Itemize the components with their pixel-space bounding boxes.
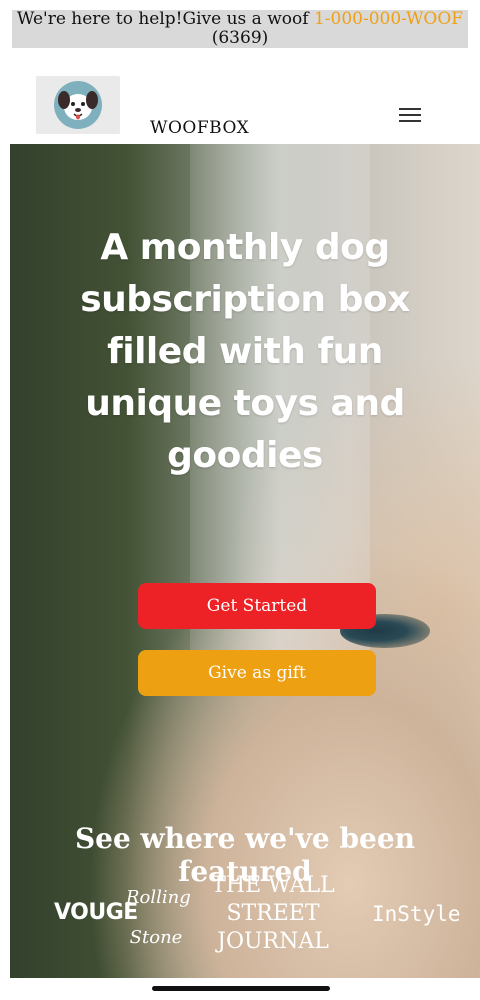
home-indicator[interactable] (152, 986, 330, 991)
wsj-line: STREET (226, 901, 320, 926)
wsj-line: THE WALL (211, 873, 335, 898)
instyle-logo: InStyle (372, 902, 461, 926)
get-started-button[interactable]: Get Started (138, 583, 376, 629)
wall-street-journal-logo: THE WALL STREET JOURNAL (208, 872, 338, 956)
give-as-gift-button[interactable]: Give as gift (138, 650, 376, 696)
featured-logos: VOUGE Rolling Stone THE WALL STREET JOUR… (10, 866, 480, 976)
rolling-stone-line: Stone (129, 927, 183, 948)
phone-link[interactable]: 1-000-000-WOOF (314, 9, 463, 29)
menu-bar (399, 108, 421, 110)
menu-bar (399, 120, 421, 122)
rolling-stone-line: Rolling (126, 887, 191, 908)
wsj-line: JOURNAL (217, 929, 329, 954)
hamburger-menu-icon[interactable] (396, 104, 424, 126)
logo[interactable] (36, 76, 120, 134)
phone-digits: (6369) (211, 28, 269, 48)
menu-bar (399, 114, 421, 116)
hero-section: A monthly dog subscription box filled wi… (10, 144, 480, 978)
brand-name[interactable]: WOOFBOX (150, 118, 249, 138)
contact-banner: We're here to help!Give us a woof 1-000-… (12, 10, 468, 48)
dog-face-logo-icon (54, 81, 102, 129)
help-text: We're here to help!Give us a woof (16, 9, 314, 29)
site-header: WOOFBOX (0, 60, 480, 144)
hero-headline: A monthly dog subscription box filled wi… (80, 227, 410, 476)
rolling-stone-logo: Rolling Stone (126, 878, 191, 958)
